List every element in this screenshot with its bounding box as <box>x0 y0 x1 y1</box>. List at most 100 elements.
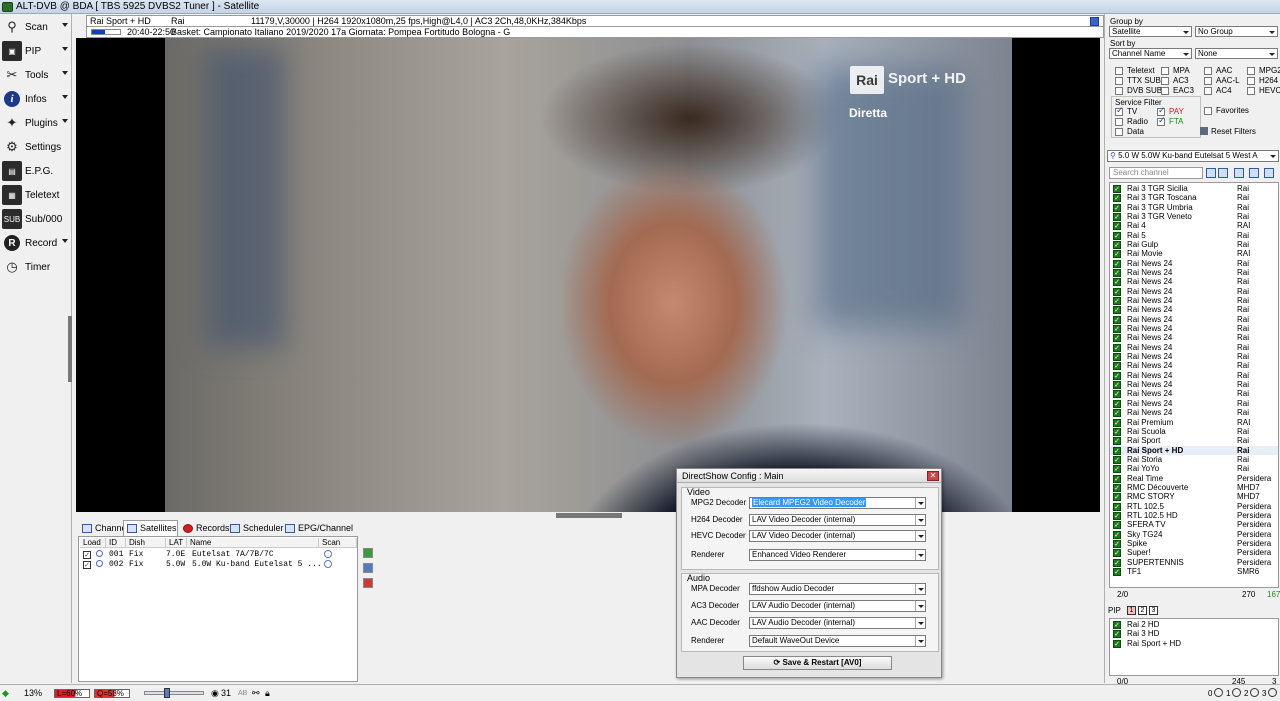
list-item[interactable]: ✓ Rai News 24 Rai <box>1110 287 1278 296</box>
sidebar-item-pip[interactable]: ▣ PIP <box>2 40 70 62</box>
channel-list-scrollbar[interactable] <box>1278 183 1279 587</box>
video-player[interactable]: Rai Sport + HD Diretta <box>76 38 1100 512</box>
list-item[interactable]: ✓ Super! Persidera <box>1110 548 1278 558</box>
group-by-select[interactable]: Satellite <box>1109 26 1192 37</box>
col-name[interactable]: Name <box>187 538 319 548</box>
decoder-select[interactable]: Default WaveOut Device <box>749 635 926 647</box>
list-item[interactable]: ✓ Rai News 24 Rai <box>1110 296 1278 306</box>
add-satellite-icon[interactable] <box>363 548 373 558</box>
sidebar-resize-grip[interactable] <box>68 316 72 382</box>
pip-slot-1[interactable]: 1 <box>1127 606 1136 615</box>
chevron-down-icon[interactable] <box>62 47 68 51</box>
load-checkbox[interactable]: ✓ <box>83 551 91 559</box>
scan-magnifier-icon[interactable] <box>324 550 332 558</box>
filter-aac-checkbox[interactable] <box>1204 67 1212 75</box>
load-checkbox[interactable]: ✓ <box>83 561 91 569</box>
list-mode-icon[interactable] <box>1249 168 1259 178</box>
lock-icon[interactable]: 🔒︎ <box>265 688 270 699</box>
decoder-select[interactable]: Enhanced Video Renderer <box>749 549 926 561</box>
list-item[interactable]: ✓ Rai News 24 Rai <box>1110 333 1278 343</box>
list-item[interactable]: ✓ Rai News 24 Rai <box>1110 315 1278 324</box>
pip-slot-2[interactable]: 2 <box>1138 606 1147 615</box>
sidebar-item-timer[interactable]: ◷ Timer <box>2 256 70 278</box>
chevron-down-icon[interactable] <box>915 515 925 525</box>
tab-epg-channel[interactable]: EPG/Channel <box>281 520 353 536</box>
filter-hevc-checkbox[interactable] <box>1247 87 1255 95</box>
save-restart-button[interactable]: ⟳ Save & Restart [AV0] <box>743 656 892 670</box>
filter-favorites-checkbox[interactable] <box>1204 107 1212 115</box>
list-item[interactable]: ✓ RTL 102.5 HD Persidera <box>1110 511 1278 520</box>
list-item[interactable]: ✓ Rai News 24 Rai <box>1110 399 1278 408</box>
filter-ac3-checkbox[interactable] <box>1161 77 1169 85</box>
decoder-select[interactable]: LAV Audio Decoder (internal) <box>749 600 926 612</box>
list-item[interactable]: ✓ Rai News 24 Rai <box>1110 259 1278 268</box>
search-clear-icon[interactable] <box>1218 168 1228 178</box>
filter-tv-checkbox[interactable] <box>1115 106 1124 116</box>
zoom-icon[interactable] <box>1232 688 1241 697</box>
volume-slider[interactable] <box>144 691 204 695</box>
col-dish[interactable]: Dish <box>126 538 166 548</box>
filter-dvb-sub-checkbox[interactable] <box>1115 87 1123 95</box>
list-menu-icon[interactable] <box>1264 168 1274 178</box>
list-item[interactable]: ✓ Rai Sport Rai <box>1110 436 1278 446</box>
col-lat[interactable]: LAT <box>166 538 187 548</box>
chevron-down-icon[interactable] <box>915 531 925 541</box>
sidebar-item-tools[interactable]: ✂ Tools <box>2 64 70 86</box>
tab-channel[interactable]: Channel <box>78 520 129 536</box>
zoom-icon[interactable] <box>1214 688 1223 697</box>
sort-by-select[interactable]: Channel Name <box>1109 48 1192 59</box>
list-item[interactable]: ✓ Rai News 24 Rai <box>1110 343 1278 352</box>
filter-pay-checkbox[interactable] <box>1157 106 1166 116</box>
list-item[interactable]: ✓ Spike Persidera <box>1110 539 1278 548</box>
sidebar-item-plugins[interactable]: ✦ Plugins <box>2 112 70 134</box>
chevron-down-icon[interactable] <box>915 601 925 611</box>
decoder-select[interactable]: LAV Video Decoder (internal) <box>749 530 926 542</box>
tab-records[interactable]: Records <box>179 520 230 536</box>
table-row[interactable]: ✓ 001 Fix 7.0E Eutelsat 7A/7B/7C <box>80 550 356 560</box>
chevron-down-icon[interactable] <box>62 23 68 27</box>
filter-ac4-checkbox[interactable] <box>1204 87 1212 95</box>
list-item[interactable]: ✓ Rai Premium RAI <box>1110 418 1278 427</box>
chevron-down-icon[interactable] <box>915 584 925 594</box>
sort-by-sub-select[interactable]: None <box>1195 48 1278 59</box>
pip-slot-3[interactable]: 3 <box>1149 606 1158 615</box>
filter-data-checkbox[interactable] <box>1115 128 1123 136</box>
scan-magnifier-icon[interactable] <box>324 560 332 568</box>
decoder-select[interactable]: LAV Video Decoder (internal) <box>749 514 926 526</box>
list-item[interactable]: ✓ Rai News 24 Rai <box>1110 324 1278 334</box>
list-item[interactable]: ✓ Rai 3 HD <box>1110 629 1278 639</box>
list-item[interactable]: ✓ Rai News 24 Rai <box>1110 371 1278 380</box>
filter-h264-checkbox[interactable] <box>1247 77 1255 85</box>
satellite-select[interactable]: ⚲ 5.0 W 5.0W Ku-band Eutelsat 5 West A <box>1107 150 1279 162</box>
table-row[interactable]: ✓ 002 Fix 5.0W 5.0W Ku-band Eutelsat 5 ... <box>80 560 356 570</box>
filter-eac3-checkbox[interactable] <box>1161 87 1169 95</box>
sidebar-item-scan[interactable]: ⚲ Scan <box>2 16 70 38</box>
chevron-down-icon[interactable] <box>62 119 68 123</box>
sidebar-item-record[interactable]: R Record <box>2 232 70 254</box>
reset-filters-button[interactable]: Reset Filters <box>1200 127 1274 139</box>
list-item[interactable]: ✓ Real Time Persidera <box>1110 474 1278 483</box>
volume-slider-handle[interactable] <box>163 688 170 698</box>
filter-aac-l-checkbox[interactable] <box>1204 77 1212 85</box>
info-toggle-button[interactable] <box>1090 17 1099 26</box>
list-item[interactable]: ✓ Rai 5 Rai <box>1110 231 1278 240</box>
list-item[interactable]: ✓ Rai News 24 Rai <box>1110 277 1278 287</box>
list-item[interactable]: ✓ Rai Sport + HD Rai <box>1110 445 1278 455</box>
sidebar-item-sub-000[interactable]: SUB Sub/000 <box>2 208 70 230</box>
sidebar-item-e-p-g-[interactable]: ▤ E.P.G. <box>2 160 70 182</box>
list-item[interactable]: ✓ Rai 3 TGR Umbria Rai <box>1110 203 1278 212</box>
col-load[interactable]: Load <box>80 538 106 548</box>
chevron-down-icon[interactable] <box>62 71 68 75</box>
filter-teletext-checkbox[interactable] <box>1115 67 1123 75</box>
list-item[interactable]: ✓ Rai News 24 Rai <box>1110 352 1278 362</box>
filter-radio-checkbox[interactable] <box>1115 118 1123 126</box>
chevron-down-icon[interactable] <box>915 498 925 508</box>
panel-resize-grip[interactable] <box>556 513 622 518</box>
delete-satellite-icon[interactable] <box>363 578 373 588</box>
chevron-down-icon[interactable] <box>915 550 925 560</box>
chevron-down-icon[interactable] <box>915 636 925 646</box>
list-item[interactable]: ✓ Rai News 24 Rai <box>1110 361 1278 371</box>
tab-satellites[interactable]: Satellites <box>123 520 178 536</box>
list-item[interactable]: ✓ TF1 SMR6 <box>1110 567 1278 576</box>
list-item[interactable]: ✓ Rai Scuola Rai <box>1110 427 1278 436</box>
